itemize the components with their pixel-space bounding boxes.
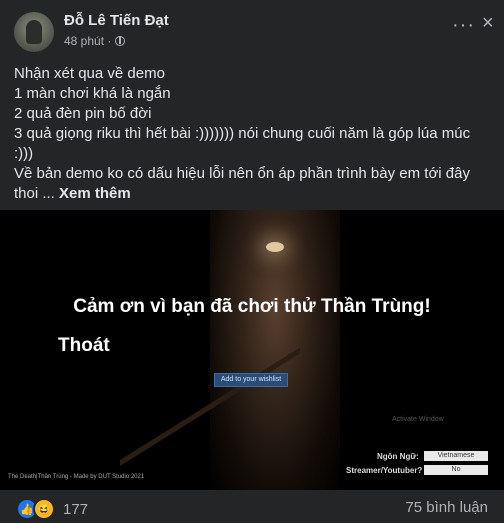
post-header: Đỗ Lê Tiến Đạt 48 phút · ··· × [0,0,504,56]
post-line-text: thoi ... [14,185,55,202]
reactions-summary[interactable]: 👍 😆 177 [16,498,88,520]
post-text: Nhận xét qua về demo 1 màn chơi khá là n… [14,64,492,204]
globe-icon [115,36,126,46]
game-screenshot[interactable]: Cảm ơn vì bạn đã chơi thử Thần Trùng! Th… [0,210,504,490]
haha-icon: 😆 [33,498,55,520]
post-line: thoi ... Xem thêm [14,184,492,204]
post-line: 1 màn chơi khá là ngắn [14,85,171,102]
game-credit: The Death|Thần Trùng - Made by DUT Studi… [8,474,145,480]
language-label: Ngôn Ngữ: [377,452,419,461]
wishlist-button[interactable]: Add to your wishlist [214,373,288,387]
post-line: Về bản demo ko có dấu hiệu lỗi nên ổn áp… [14,165,470,182]
author-name[interactable]: Đỗ Lê Tiến Đạt [64,12,169,29]
streamer-select[interactable]: No [424,465,488,475]
post-line: Nhận xét qua về demo [14,65,165,82]
facebook-post: Đỗ Lê Tiến Đạt 48 phút · ··· × Nhận xét … [0,0,504,523]
see-more-link[interactable]: Xem thêm [59,185,131,202]
post-line: 3 quả giọng riku thì hết bài :))))))) nó… [14,125,471,142]
avatar-figure [26,20,42,44]
streamer-label: Streamer/Youtuber? [346,466,423,475]
language-select[interactable]: Vietnamese [424,451,488,461]
activate-windows-watermark: Activate Window [392,416,444,423]
post-meta: 48 phút · [64,34,126,48]
corridor-scene [210,210,340,490]
close-button[interactable]: × [482,12,494,35]
more-options-button[interactable]: ··· [452,14,475,37]
post-line: 2 quả đèn pin bố đời [14,105,152,122]
post-footer: 👍 😆 177 75 bình luận [0,490,504,523]
thanks-message: Cảm ơn vì bạn đã chơi thử Thần Trùng! [73,296,431,317]
post-time[interactable]: 48 phút · [64,34,111,48]
reaction-count: 177 [63,500,89,518]
avatar[interactable] [14,12,54,52]
comment-count[interactable]: 75 bình luận [405,499,488,516]
quit-button[interactable]: Thoát [58,335,110,357]
post-line: :))) [14,145,34,162]
ceiling-lamp [266,242,284,252]
